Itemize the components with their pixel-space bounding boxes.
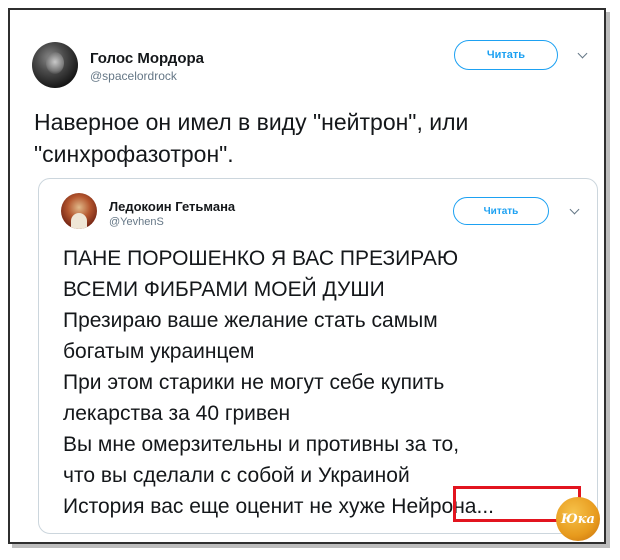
tweet-card: Голос Мордора @spacelordrock Читать Наве… — [8, 8, 606, 544]
quoted-author-handle[interactable]: @YevhenS — [109, 216, 164, 228]
author-name[interactable]: Голос Мордора — [90, 50, 204, 67]
quoted-line: Вы мне омерзительны и противны за то, — [63, 433, 460, 456]
quoted-line: ПАНЕ ПОРОШЕНКО Я ВАС ПРЕЗИРАЮ — [63, 247, 459, 270]
quoted-line: История вас еще оценит не хуже Нейрона..… — [63, 495, 494, 518]
quoted-tweet[interactable]: Ледокоин Гетьмана @YevhenS Читать ПАНЕ П… — [38, 178, 598, 534]
tweet-text: Наверное он имел в виду "нейтрон", или "… — [34, 109, 469, 167]
chevron-down-icon[interactable] — [577, 48, 588, 59]
quoted-author-name[interactable]: Ледокоин Гетьмана — [109, 199, 235, 214]
author-avatar[interactable] — [32, 42, 78, 88]
follow-button[interactable]: Читать — [454, 40, 558, 70]
quoted-author-avatar[interactable] — [61, 193, 97, 229]
quoted-chevron-down-icon[interactable] — [569, 204, 580, 215]
quoted-line: что вы сделали с собой и Украиной — [63, 464, 410, 487]
watermark-logo: Юка — [556, 497, 600, 541]
tweet: Голос Мордора @spacelordrock Читать Наве… — [10, 10, 604, 542]
quoted-line: Презираю ваше желание стать самым — [63, 309, 438, 332]
quoted-line: ВСЕМИ ФИБРАМИ МОЕЙ ДУШИ — [63, 278, 385, 301]
quoted-line: При этом старики не могут себе купить — [63, 371, 445, 394]
quoted-line: лекарства за 40 гривен — [63, 402, 291, 425]
quoted-follow-button[interactable]: Читать — [453, 197, 549, 225]
quoted-line: богатым украинцем — [63, 340, 255, 363]
author-handle[interactable]: @spacelordrock — [90, 69, 177, 83]
